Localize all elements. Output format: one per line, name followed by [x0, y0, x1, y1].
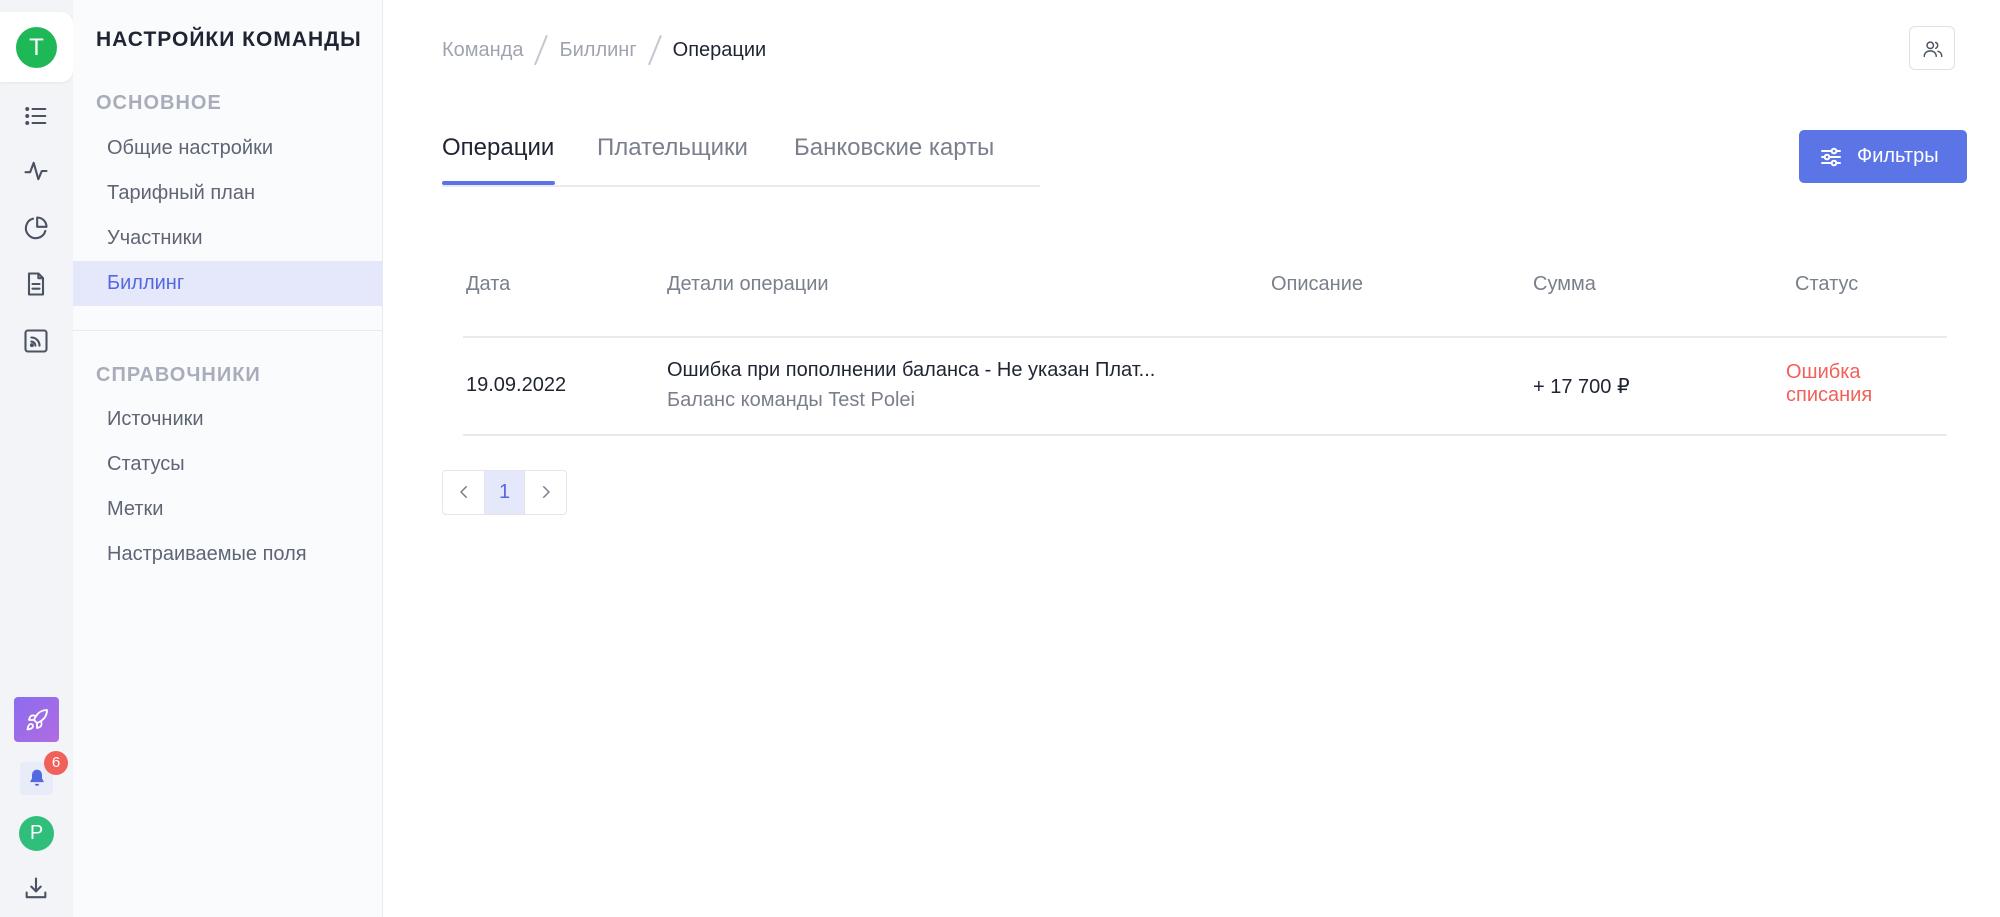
filters-button[interactable]: Фильтры: [1799, 130, 1967, 183]
sidebar-item-tariff[interactable]: Тарифный план: [73, 171, 382, 216]
column-header-status: Статус: [1795, 273, 1859, 295]
billing-tabs: Операции Плательщики Банковские карты: [442, 128, 1040, 187]
sliders-icon: [1821, 147, 1841, 167]
breadcrumb-team[interactable]: Команда: [442, 39, 523, 62]
table-header-divider: [463, 336, 1947, 338]
row-details-title: Ошибка при пополнении баланса - Не указа…: [667, 359, 1156, 381]
sidebar-item-billing[interactable]: Биллинг: [73, 261, 382, 306]
breadcrumb-current: Операции: [672, 38, 767, 61]
row-date: 19.09.2022: [466, 374, 567, 396]
breadcrumb: Команда Биллинг Операции: [442, 34, 766, 66]
pie-chart-icon[interactable]: [22, 214, 50, 242]
column-header-date: Дата: [466, 273, 511, 295]
document-icon[interactable]: [22, 270, 50, 298]
column-header-description: Описание: [1271, 273, 1364, 295]
column-header-details: Детали операции: [667, 273, 829, 295]
breadcrumb-separator: [523, 34, 559, 66]
filters-button-label: Фильтры: [1857, 145, 1939, 167]
row-details-subtitle: Баланс команды Test Polei: [667, 389, 915, 411]
activity-icon[interactable]: [22, 157, 50, 185]
tab-bank-cards[interactable]: Банковские карты: [794, 134, 994, 162]
sidebar-item-tags[interactable]: Метки: [73, 487, 382, 532]
sidebar-divider: [73, 330, 382, 331]
users-icon: [1923, 41, 1943, 58]
rss-icon[interactable]: [22, 327, 50, 355]
breadcrumb-separator: [637, 34, 673, 66]
settings-sidebar: НАСТРОЙКИ КОМАНДЫ ОСНОВНОЕ Общие настрой…: [73, 0, 383, 917]
row-amount: + 17 700 ₽: [1533, 376, 1630, 398]
sidebar-item-members[interactable]: Участники: [73, 216, 382, 261]
chevron-right-icon: [542, 486, 550, 498]
status-badge: Ошибка списания: [1786, 361, 1873, 406]
user-avatar[interactable]: Р: [19, 816, 54, 851]
table-row-divider: [463, 434, 1947, 436]
column-header-amount: Сумма: [1533, 273, 1596, 295]
tab-payers[interactable]: Плательщики: [597, 134, 748, 162]
team-members-button[interactable]: [1909, 26, 1955, 70]
sidebar-item-statuses[interactable]: Статусы: [73, 442, 382, 487]
team-avatar[interactable]: Т: [16, 27, 57, 68]
pagination-prev-button[interactable]: [443, 471, 484, 514]
notification-badge: 6: [44, 751, 68, 775]
active-tab-indicator: [442, 181, 555, 185]
sidebar-item-sources[interactable]: Источники: [73, 397, 382, 442]
rocket-icon[interactable]: [14, 697, 59, 742]
chevron-left-icon: [459, 486, 467, 498]
download-icon[interactable]: [22, 875, 50, 903]
breadcrumb-billing[interactable]: Биллинг: [559, 39, 636, 62]
pagination-page-current[interactable]: 1: [484, 471, 525, 514]
sidebar-title: НАСТРОЙКИ КОМАНДЫ: [96, 28, 362, 51]
section-main-heading: ОСНОВНОЕ: [96, 92, 222, 114]
section-refs-heading: СПРАВОЧНИКИ: [96, 364, 261, 386]
tab-operations[interactable]: Операции: [442, 134, 554, 162]
list-icon[interactable]: [22, 102, 50, 130]
icon-rail: Т 6 Р: [0, 0, 73, 917]
pagination-next-button[interactable]: [525, 471, 566, 514]
pagination: 1: [442, 470, 567, 515]
sidebar-item-custom-fields[interactable]: Настраиваемые поля: [73, 532, 382, 577]
sidebar-item-general[interactable]: Общие настройки: [73, 126, 382, 171]
